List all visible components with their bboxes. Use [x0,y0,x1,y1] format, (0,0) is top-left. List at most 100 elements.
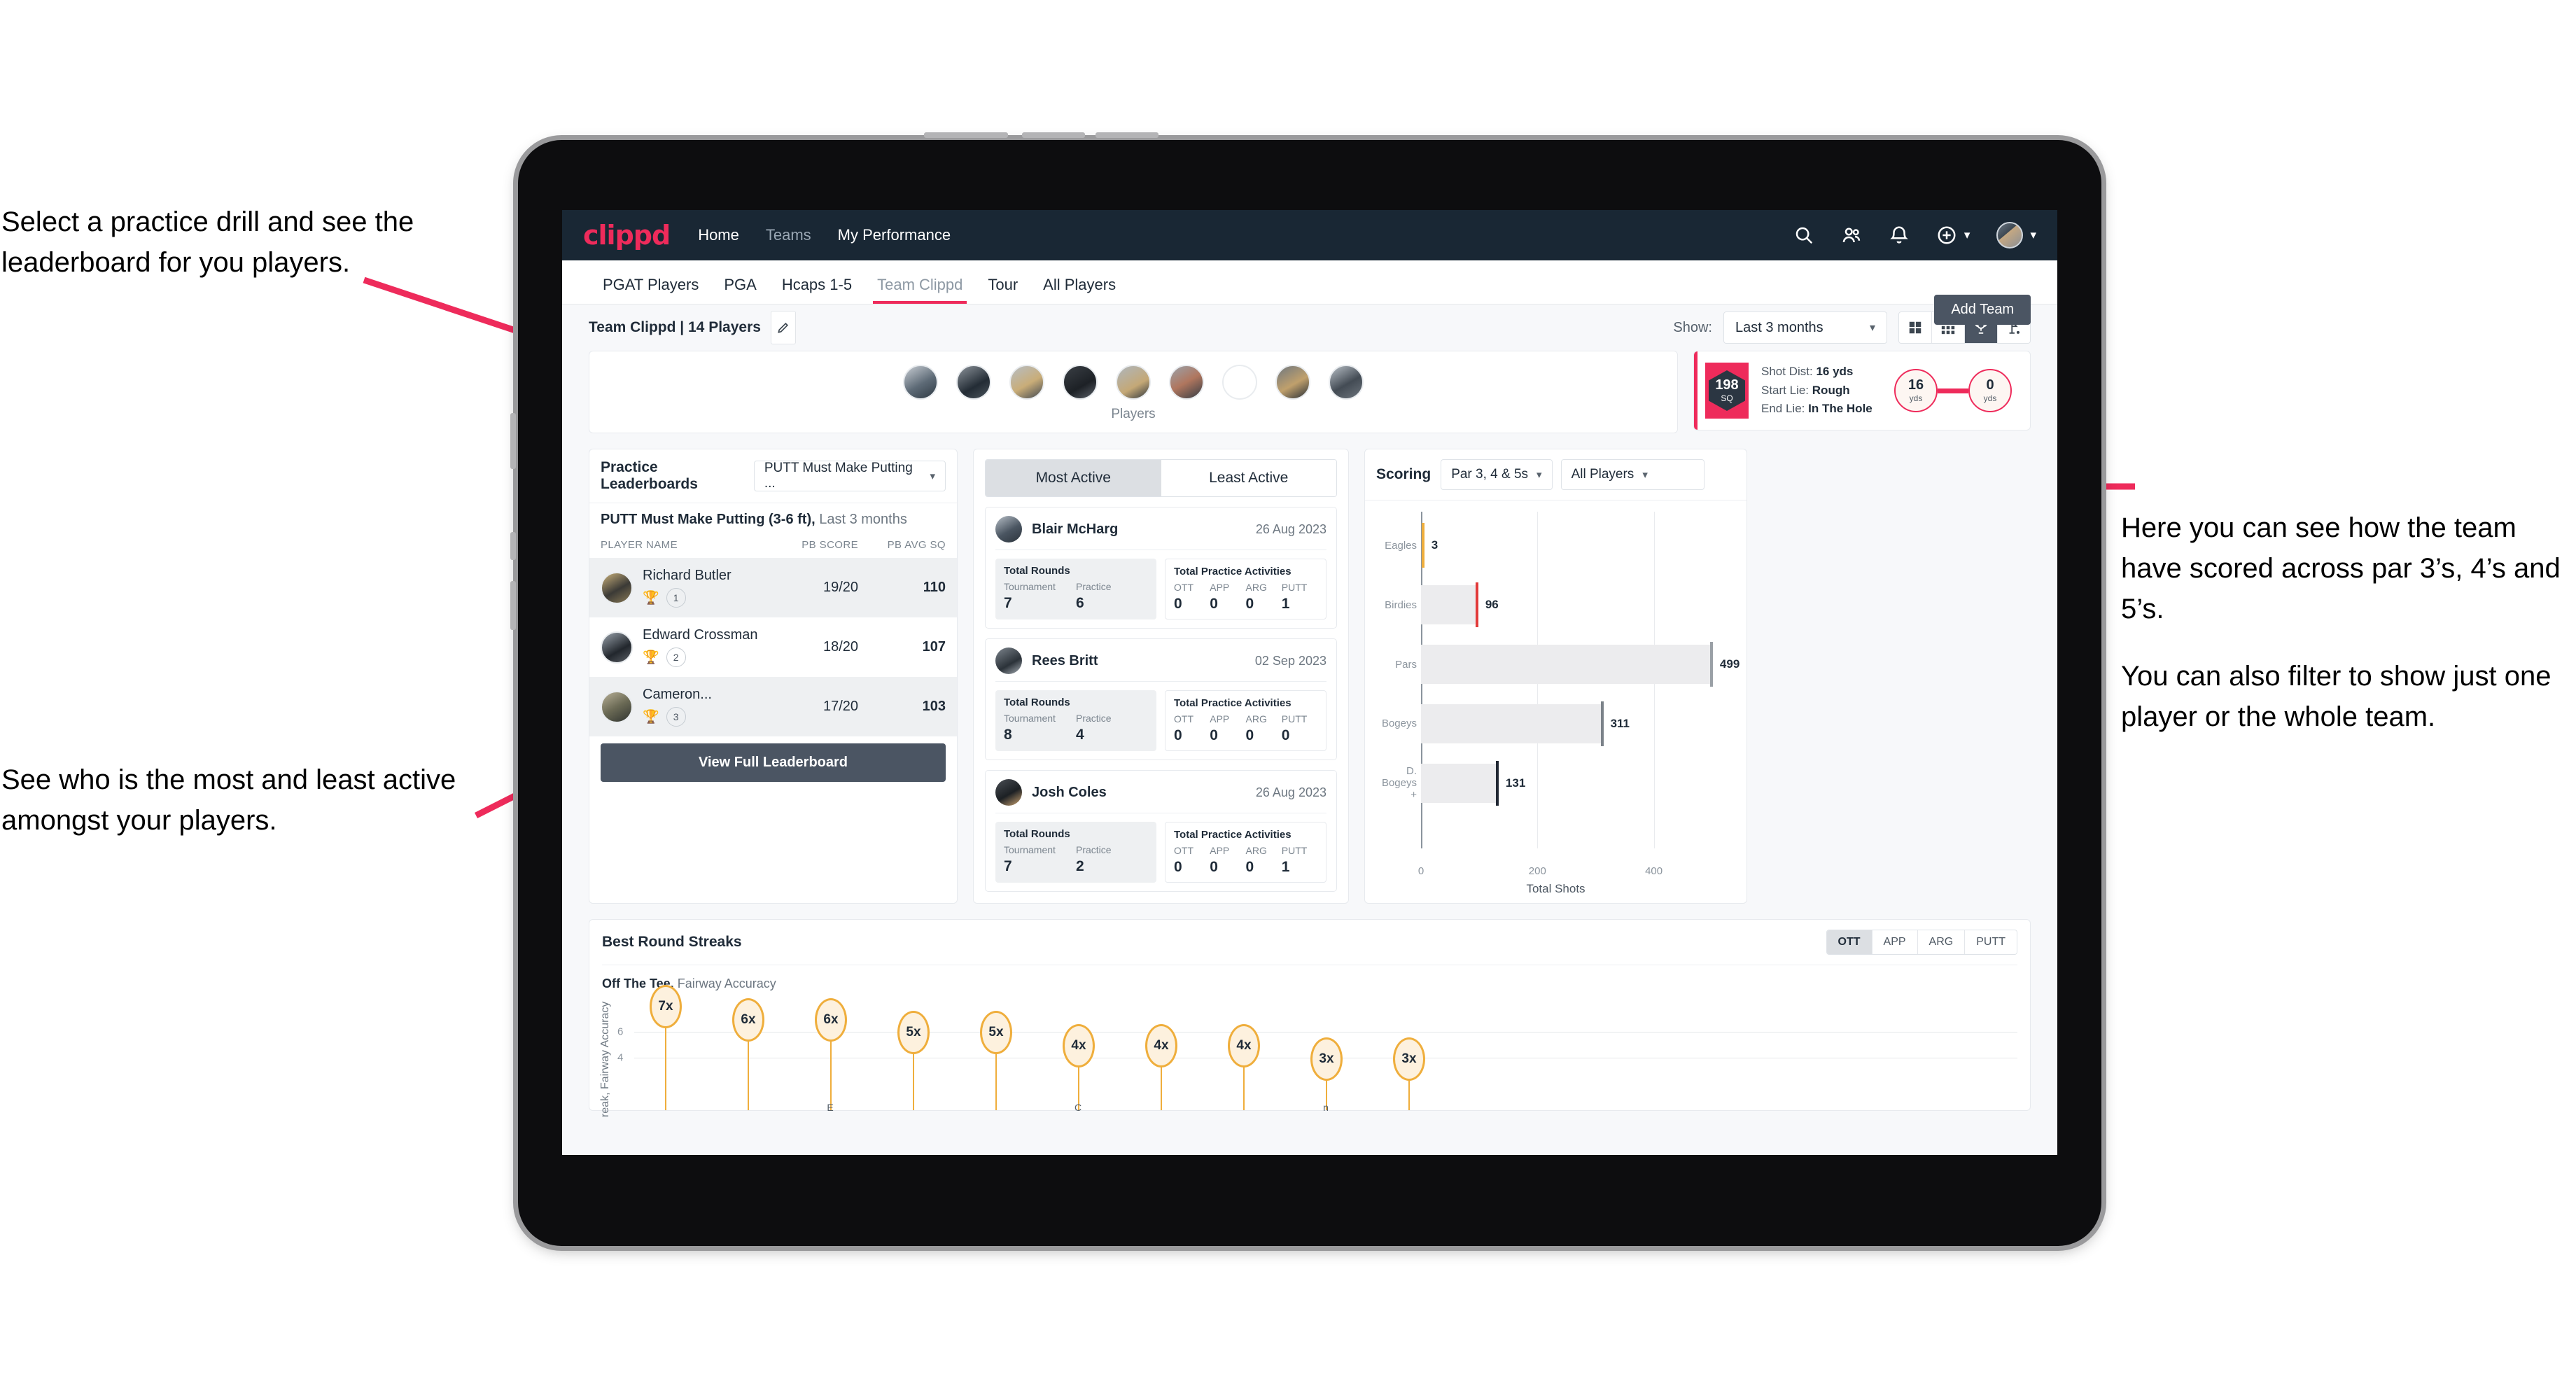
bar-row: Bogeys 311 [1382,694,1735,753]
x-axis-ticks: 0 200 400 [1418,865,1735,881]
avatar[interactable] [903,365,938,400]
segment-putt[interactable]: PUTT [1965,930,2017,954]
nav-link-teams[interactable]: Teams [766,226,811,244]
practice-activities-block: Total Practice Activities OTT 0 APP 0 ARG 0… [1165,559,1326,620]
pb-avg-sq: 103 [869,677,957,736]
end-yards-value: 0 [1986,377,1994,393]
practice-label: Practice [1076,713,1112,724]
grid-4-icon [1909,321,1921,334]
table-row[interactable]: Edward Crossman 🏆 2 18/20 107 [589,617,957,677]
col-pb-avg-sq: PB AVG SQ [887,539,946,551]
arg-value: 0 [1245,727,1254,743]
player-avatars [903,365,1364,400]
col-player-name: PLAYER NAME [601,539,678,551]
search-icon[interactable] [1793,225,1814,246]
view-full-leaderboard-button[interactable]: View Full Leaderboard [601,743,946,782]
player-name: Blair McHarg [1032,521,1119,537]
tab-tour[interactable]: Tour [975,276,1030,304]
annotation-practice-drill: Select a practice drill and see the lead… [1,202,540,309]
tab-most-active[interactable]: Most Active [986,460,1161,496]
avatar[interactable] [1996,222,2024,248]
add-team-button[interactable]: Add Team [1934,295,2031,325]
practice-activities-title: Total Practice Activities [1174,697,1292,709]
player-name: Richard Butler [643,568,732,583]
app-screen: clippd Home Teams My Performance ▾ ▾ PGA… [562,210,2057,1155]
practice-label: Practice [1076,581,1112,592]
profile-menu[interactable]: ▾ [1996,222,2036,248]
drill-select[interactable]: PUTT Must Make Putting ... ▾ [753,461,946,491]
nav-link-home[interactable]: Home [698,226,739,244]
table-row[interactable]: Cameron... 🏆 3 17/20 103 [589,677,957,736]
avatar[interactable] [1222,365,1257,400]
tab-all-players[interactable]: All Players [1030,276,1128,304]
y-tick: 6 [617,1026,624,1037]
activity-card[interactable]: Rees Britt 02 Sep 2023 Total Rounds Tour… [985,638,1337,760]
par-select[interactable]: Par 3, 4 & 5s ▾ [1441,459,1553,490]
add-menu[interactable]: ▾ [1936,225,1970,246]
tab-pga[interactable]: PGA [711,276,769,304]
x-axis-label: Total Shots [1526,882,1586,895]
shot-dist-value: 16 yds [1816,365,1854,379]
practice-value: 6 [1076,595,1084,611]
bar-value: 311 [1610,716,1630,730]
tablet-button [510,532,516,560]
yardage-connector [1938,388,1968,393]
tournament-value: 7 [1004,595,1012,611]
avatar[interactable] [1275,365,1310,400]
player-filter-select[interactable]: All Players ▾ [1560,459,1704,490]
col-pb-score: PB SCORE [802,539,859,551]
practice-activities-title: Total Practice Activities [1174,566,1292,578]
x-category-label: n [1323,1102,1329,1113]
nav-actions: ▾ ▾ [1793,222,2036,248]
edit-team-button[interactable] [770,311,796,344]
plus-circle-icon[interactable] [1936,225,1957,246]
table-row[interactable]: Richard Butler 🏆 1 19/20 110 [589,558,957,617]
total-rounds-title: Total Rounds [1004,828,1070,840]
pencil-icon [778,322,788,333]
avatar[interactable] [1009,365,1044,400]
bar-cap [1600,701,1604,746]
rank-badge: 1 [666,588,686,608]
avatar[interactable] [956,365,991,400]
bar [1421,760,1499,806]
lollipop-stem: 6x [732,997,764,1110]
tab-hcaps-1-5[interactable]: Hcaps 1-5 [769,276,864,304]
nav-link-my-performance[interactable]: My Performance [838,226,951,244]
shot-detail-card: 198 SQ Shot Dist: 16 yds Start Lie: Roug… [1693,351,2031,430]
putt-value: 1 [1281,859,1290,875]
bar-row: Eagles 3 [1385,516,1735,575]
lollipop-stem: 5x [980,1011,1012,1110]
clippd-logo[interactable]: clippd [583,220,671,251]
streaks-segment-control: OTT APP ARG PUTT [1826,930,2017,955]
segment-arg[interactable]: ARG [1917,930,1966,954]
streak-value-bubble: 3x [1393,1037,1425,1081]
avatar[interactable] [1329,365,1364,400]
bell-icon[interactable] [1889,225,1910,246]
scoring-panel: Scoring Par 3, 4 & 5s ▾ All Players ▾ Ea… [1364,449,1747,904]
tab-team-clippd[interactable]: Team Clippd [864,276,975,304]
activity-card[interactable]: Josh Coles 26 Aug 2023 Total Rounds Tour… [985,770,1337,892]
segment-app[interactable]: APP [1872,930,1918,954]
period-select[interactable]: Last 3 months ▾ [1723,312,1887,344]
ott-label: OTT [1174,713,1194,724]
show-label: Show: [1673,319,1712,335]
leaderboard-subtitle: PUTT Must Make Putting (3-6 ft), Last 3 … [589,503,957,535]
people-icon[interactable] [1841,225,1862,246]
avatar[interactable] [1116,365,1151,400]
activity-card[interactable]: Blair McHarg 26 Aug 2023 Total Rounds To… [985,507,1337,629]
bar-category-label: Eagles [1385,539,1417,552]
streak-value-bubble: 4x [1228,1024,1260,1068]
chevron-down-icon: ▾ [1642,469,1648,481]
annotation-text: See who is the most and least active amo… [1,764,456,836]
grid-4-icon-button[interactable] [1899,312,1932,343]
start-yardage: 16 yds [1894,369,1938,412]
segment-ott[interactable]: OTT [1826,930,1872,954]
avatar[interactable] [1169,365,1204,400]
bar-category-label: Pars [1395,658,1417,671]
tab-least-active[interactable]: Least Active [1161,460,1336,496]
tab-pgat-players[interactable]: PGAT Players [590,276,711,304]
avatar[interactable] [1063,365,1098,400]
bar-category-label: D. Bogeys + [1381,765,1417,802]
annotation-most-least-active: See who is the most and least active amo… [1,760,533,867]
scoring-header: Scoring Par 3, 4 & 5s ▾ All Players ▾ [1365,449,1746,500]
